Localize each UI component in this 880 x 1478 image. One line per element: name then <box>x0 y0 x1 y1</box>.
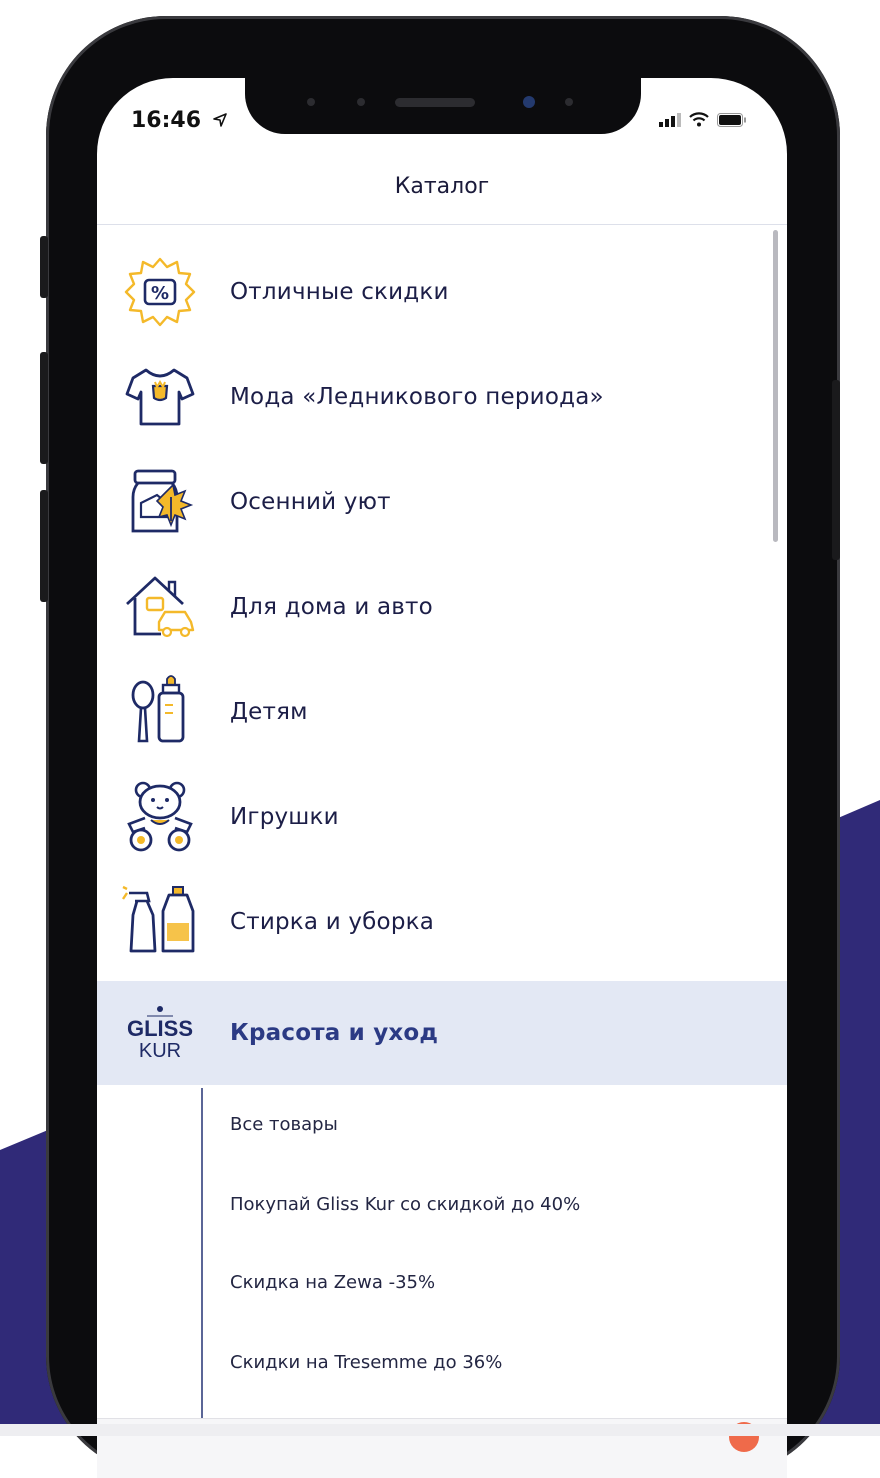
phone-volume-down <box>40 490 48 602</box>
svg-text:%: % <box>151 283 169 304</box>
catalog-item-label: Мода «Ледникового периода» <box>230 384 604 410</box>
tshirt-icon <box>119 356 201 438</box>
catalog-item-label: Красота и уход <box>230 1020 439 1046</box>
page-bottom-strip <box>0 1424 880 1436</box>
catalog-item-toys[interactable]: Игрушки <box>97 765 787 869</box>
nav-divider <box>97 224 787 225</box>
catalog-item-home-auto[interactable]: Для дома и авто <box>97 555 787 659</box>
catalog-item-label: Осенний уют <box>230 489 391 515</box>
catalog-item-ice-age-fashion[interactable]: Мода «Ледникового периода» <box>97 345 787 449</box>
gliss-kur-logo: GLISS KUR <box>119 992 201 1074</box>
subcategory-item[interactable]: Все товары <box>230 1114 338 1135</box>
catalog-item-label: Игрушки <box>230 804 339 830</box>
catalog-item-label: Для дома и авто <box>230 594 433 620</box>
catalog-item-label: Детям <box>230 699 308 725</box>
phone-screen: 16:46 Каталог % Отличные скидки Мода «Ле… <box>97 78 787 1478</box>
notch <box>245 78 641 134</box>
catalog-item-kids[interactable]: Детям <box>97 660 787 764</box>
phone-power-button <box>832 380 840 560</box>
catalog-item-beauty-care[interactable]: GLISS KUR Красота и уход <box>97 981 787 1085</box>
battery-icon <box>717 112 747 131</box>
catalog-item-laundry-cleaning[interactable]: Стирка и уборка <box>97 870 787 974</box>
cleaning-bottles-icon <box>119 881 201 963</box>
subcategory-item[interactable]: Скидка на Zewa -35% <box>230 1272 435 1293</box>
subcategory-item[interactable]: Покупай Gliss Kur со скидкой до 40% <box>230 1194 580 1215</box>
jar-leaf-icon <box>119 461 201 543</box>
discount-badge-icon: % <box>119 251 201 333</box>
status-indicators <box>659 112 747 131</box>
catalog-item-label: Отличные скидки <box>230 279 449 305</box>
location-arrow-icon <box>212 108 227 133</box>
catalog-item-discounts[interactable]: % Отличные скидки <box>97 240 787 344</box>
wifi-icon <box>689 112 709 131</box>
catalog-item-autumn-comfort[interactable]: Осенний уют <box>97 450 787 554</box>
phone-side-button <box>40 236 48 298</box>
phone-volume-up <box>40 352 48 464</box>
signal-icon <box>659 112 681 131</box>
subcategory-item[interactable]: Скидки на Tresemme до 36% <box>230 1352 502 1373</box>
page-title: Каталог <box>394 174 490 199</box>
catalog-item-label: Стирка и уборка <box>230 909 435 935</box>
status-time: 16:46 <box>131 108 227 133</box>
spoon-bottle-icon <box>119 671 201 753</box>
house-car-icon <box>119 566 201 648</box>
teddy-bear-icon <box>119 776 201 858</box>
